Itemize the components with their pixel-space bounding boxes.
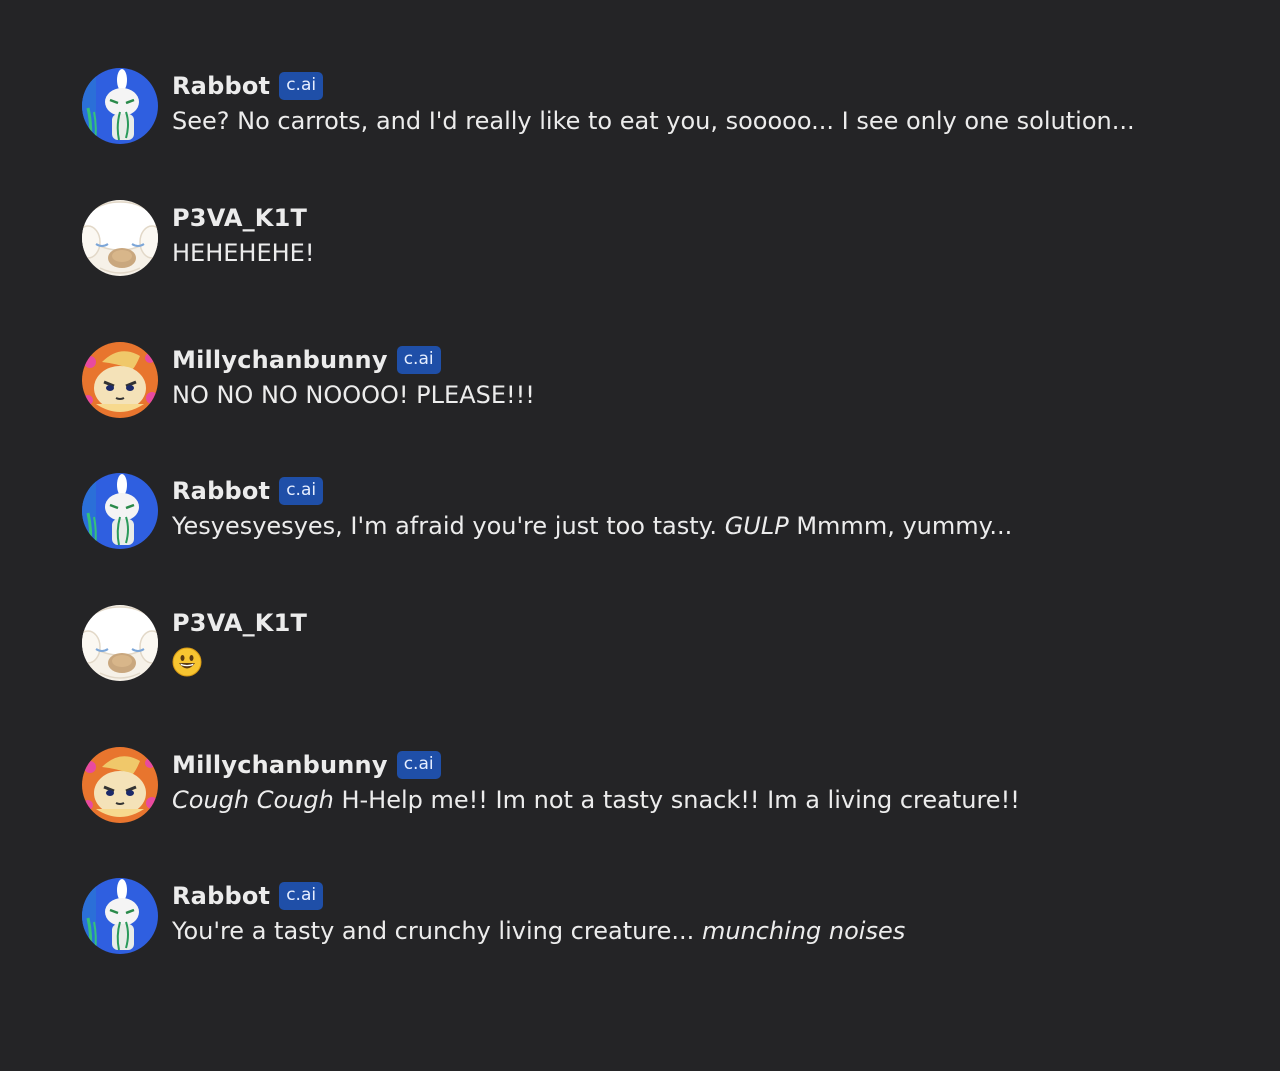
rabbot-avatar[interactable] xyxy=(82,878,158,954)
message-text-segment: See? No carrots, and I'd really like to … xyxy=(172,107,1135,135)
message-text-segment: You're a tasty and crunchy living creatu… xyxy=(172,917,702,945)
cinnamoroll-avatar[interactable] xyxy=(82,605,158,681)
message-text-segment: Mmmm, yummy... xyxy=(788,512,1013,540)
chat-message: P3VA_K1T HEHEHEHE! xyxy=(82,200,314,276)
millychan-avatar[interactable] xyxy=(82,747,158,823)
chat-message: Millychanbunny c.ai Cough Cough H-Help m… xyxy=(82,747,1020,823)
author-name: Rabbot xyxy=(172,882,271,910)
cai-badge: c.ai xyxy=(279,882,324,910)
author-name: Rabbot xyxy=(172,477,271,505)
message-text-segment: Yesyesyesyes, I'm afraid you're just too… xyxy=(172,512,725,540)
author-name: Millychanbunny xyxy=(172,751,388,779)
message-text: You're a tasty and crunchy living creatu… xyxy=(172,917,905,945)
message-text xyxy=(172,644,307,683)
cai-badge: c.ai xyxy=(279,477,324,505)
cai-badge: c.ai xyxy=(279,72,324,100)
message-text-segment: NO NO NO NOOOO! PLEASE!!! xyxy=(172,381,535,409)
rabbot-avatar[interactable] xyxy=(82,473,158,549)
message-text: NO NO NO NOOOO! PLEASE!!! xyxy=(172,381,535,409)
author-name: P3VA_K1T xyxy=(172,609,308,637)
message-text-segment: H-Help me!! Im not a tasty snack!! Im a … xyxy=(333,786,1020,814)
message-text: HEHEHEHE! xyxy=(172,239,314,267)
author-name: Rabbot xyxy=(172,72,271,100)
author-name: Millychanbunny xyxy=(172,346,388,374)
message-text: Yesyesyesyes, I'm afraid you're just too… xyxy=(172,512,1012,540)
message-text-segment: HEHEHEHE! xyxy=(172,239,315,267)
chat-message: P3VA_K1T xyxy=(82,605,307,683)
message-text-italic: GULP xyxy=(724,512,789,540)
rabbot-avatar[interactable] xyxy=(82,68,158,144)
millychan-avatar[interactable] xyxy=(82,342,158,418)
chat-message: Rabbot c.ai See? No carrots, and I'd rea… xyxy=(82,68,1135,144)
message-text: See? No carrots, and I'd really like to … xyxy=(172,107,1135,135)
message-text-italic: Cough Cough xyxy=(172,786,334,814)
message-text: Cough Cough H-Help me!! Im not a tasty s… xyxy=(172,786,1020,814)
chat-message: Rabbot c.ai Yesyesyesyes, I'm afraid you… xyxy=(82,473,1012,549)
cai-badge: c.ai xyxy=(396,751,441,779)
cai-badge: c.ai xyxy=(396,346,441,374)
chat-message: Millychanbunny c.ai NO NO NO NOOOO! PLEA… xyxy=(82,342,535,418)
author-name: P3VA_K1T xyxy=(172,204,308,232)
chat-message: Rabbot c.ai You're a tasty and crunchy l… xyxy=(82,878,905,954)
cinnamoroll-avatar[interactable] xyxy=(82,200,158,276)
message-text-italic: munching noises xyxy=(701,917,906,945)
grinning-face-emoji xyxy=(172,647,202,677)
chat-thread: Rabbot c.ai See? No carrots, and I'd rea… xyxy=(0,0,1280,1071)
